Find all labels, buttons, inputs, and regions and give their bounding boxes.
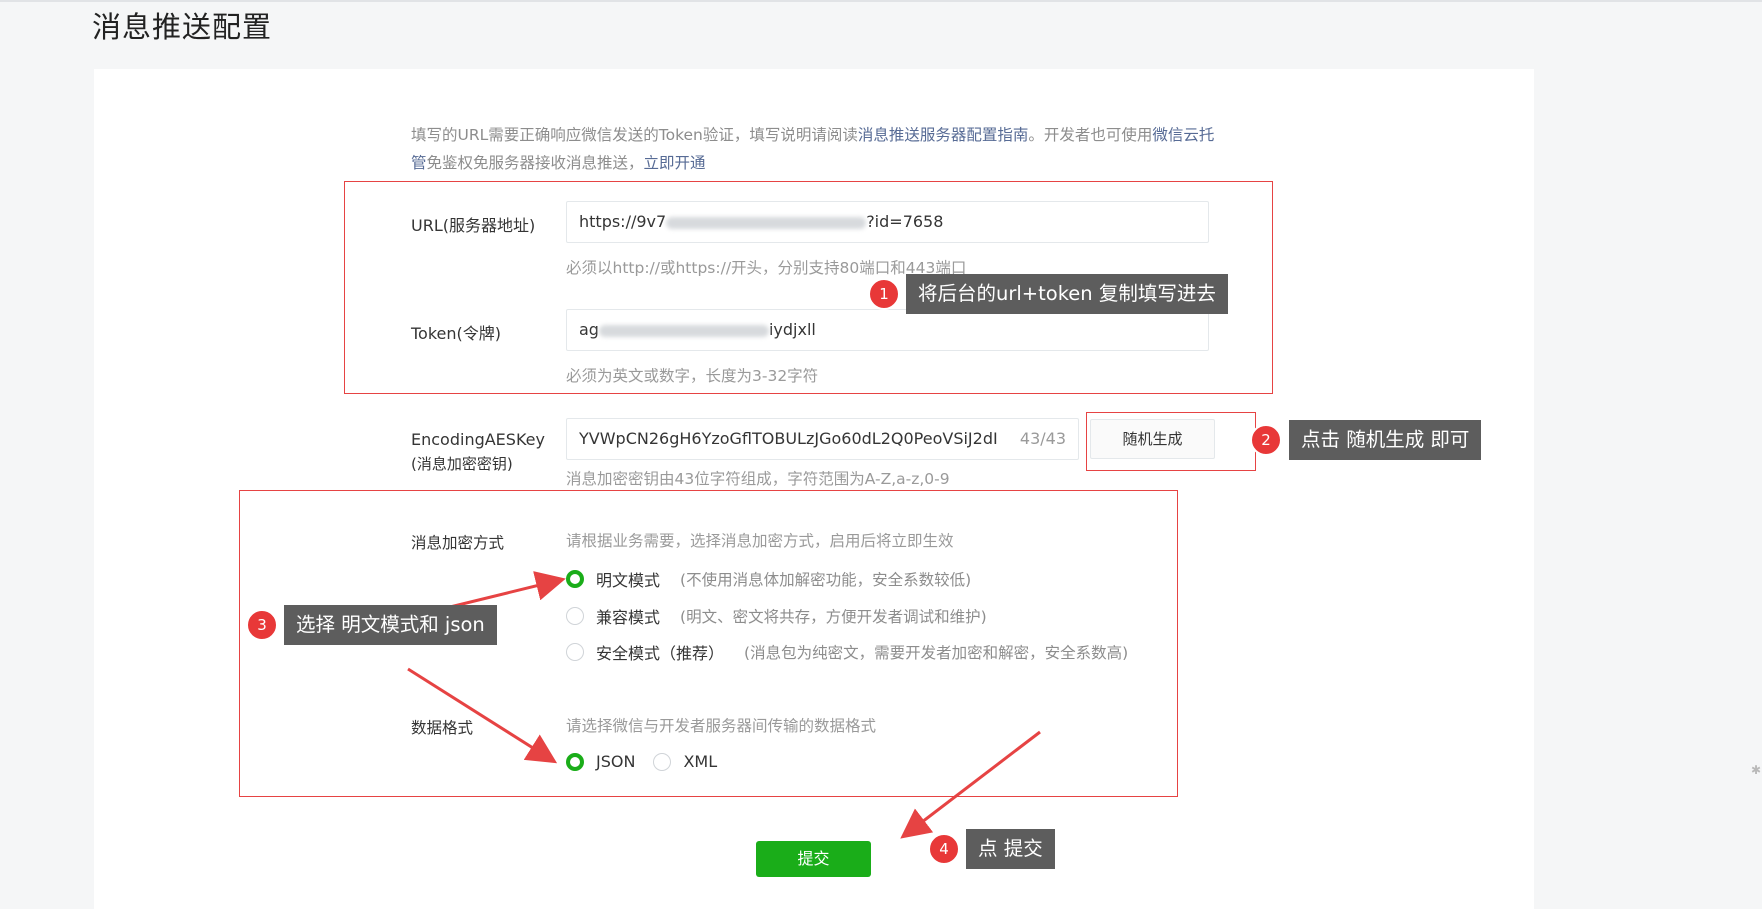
submit-button[interactable]: 提交: [756, 841, 871, 877]
annotation-badge-3: 3: [246, 609, 278, 641]
activate-now-link[interactable]: 立即开通: [644, 154, 706, 172]
aes-key-input[interactable]: YVWpCN26gH6YzoGflTOBULzJGo60dL2Q0PeoVSiJ…: [566, 418, 1079, 460]
top-divider: [0, 0, 1762, 2]
annotation-badge-4: 4: [928, 833, 960, 865]
aes-hint: 消息加密密钥由43位字符组成，字符范围为A-Z,a-z,0-9: [566, 470, 950, 488]
annotation-badge-1: 1: [868, 278, 900, 310]
intro-text-part: 。开发者也可使用: [1028, 126, 1153, 144]
aes-label-line1: EncodingAESKey: [411, 430, 545, 449]
intro-text-part: 填写的URL需要正确响应微信发送的Token验证，填写说明请阅读: [411, 126, 858, 144]
annotation-badge-2: 2: [1250, 424, 1282, 456]
aes-label-line2: (消息加密密钥): [411, 455, 513, 473]
annotation-callout-1: 将后台的url+token 复制填写进去: [906, 274, 1228, 314]
aes-key-counter: 43/43: [1019, 429, 1066, 448]
annotation-callout-3: 选择 明文模式和 json: [284, 605, 497, 645]
annotation-callout-2: 点击 随机生成 即可: [1289, 420, 1482, 460]
aes-label: EncodingAESKey (消息加密密钥): [411, 428, 545, 476]
annotation-box-generate: [1086, 412, 1256, 471]
pin-icon[interactable]: ✱: [1751, 763, 1761, 777]
intro-text-part: 免鉴权免服务器接收消息推送，: [426, 154, 644, 172]
intro-text: 填写的URL需要正确响应微信发送的Token验证，填写说明请阅读消息推送服务器配…: [411, 121, 1221, 177]
annotation-callout-4: 点 提交: [966, 829, 1055, 869]
config-guide-link[interactable]: 消息推送服务器配置指南: [858, 126, 1029, 144]
page-title: 消息推送配置: [92, 10, 273, 44]
aes-key-value: YVWpCN26gH6YzoGflTOBULzJGo60dL2Q0PeoVSiJ…: [579, 429, 998, 448]
